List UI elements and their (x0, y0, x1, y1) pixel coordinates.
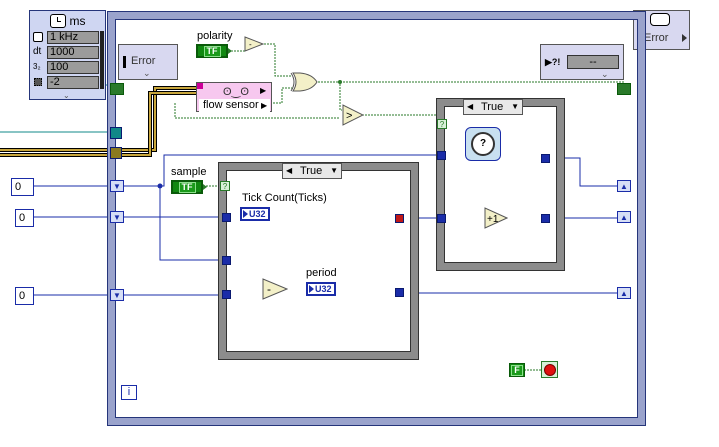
svg-text:-: - (267, 282, 271, 296)
chevron-down-icon[interactable]: ⌄ (601, 69, 609, 80)
stop-condition-terminal[interactable] (541, 361, 558, 378)
chevron-down-icon[interactable]: ⌄ (63, 91, 70, 100)
timer-row-value[interactable]: 100 (47, 61, 99, 74)
timer-row-value[interactable]: 1000 (47, 46, 99, 59)
polarity-terminal[interactable]: TF (196, 44, 228, 58)
tick-count-label: Tick Count(Ticks) (242, 192, 327, 204)
timer-unit: ms (69, 13, 86, 28)
polarity-arrow-icon (228, 48, 232, 54)
case-tunnel[interactable] (541, 214, 550, 223)
case-tunnel[interactable] (222, 213, 231, 222)
case-tunnel[interactable] (395, 288, 404, 297)
arrow-right-icon: ▶ (260, 86, 267, 95)
stop-icon (543, 363, 556, 376)
case-tunnel[interactable] (437, 151, 446, 160)
case-structure-outer[interactable] (436, 98, 565, 271)
svg-text:>: > (346, 110, 352, 122)
timer-row-value[interactable]: -2 (47, 76, 99, 89)
flow-sensor-node[interactable]: ʘ‿ʘ ▶ flow sensor ▶ (196, 82, 272, 112)
period-terminal[interactable]: U32 (306, 282, 336, 296)
shift-register-right[interactable]: ▲ (617, 180, 631, 192)
timer-scrollbar[interactable] (100, 31, 104, 89)
sample-label: sample (171, 166, 207, 178)
case-selector-inner[interactable]: ◀ True ▼ (282, 163, 342, 179)
greater-than-icon[interactable]: > (342, 104, 364, 126)
tick-count-terminal[interactable]: U32 (240, 207, 270, 221)
refnum-tunnel[interactable] (110, 127, 122, 139)
chevron-down-icon: ▼ (330, 166, 338, 175)
timer-cluster[interactable]: ms 1 kHz dt 1000 3₂ 100 -2 ⌄ (29, 10, 106, 100)
numeric-constant[interactable]: 0 (15, 209, 34, 227)
clock-icon (650, 13, 670, 26)
chevron-down-icon: ▼ (511, 102, 519, 111)
iteration-terminal: i (121, 385, 137, 400)
status-indicator[interactable]: ▶?! -- ⌄ (540, 44, 624, 80)
case-tunnel[interactable] (437, 214, 446, 223)
timer-row-3[interactable]: 3₂ 100 (33, 61, 99, 74)
svg-text:+1: +1 (487, 214, 499, 225)
timer-row-2[interactable]: dt 1000 (33, 46, 99, 59)
period-label: period (306, 267, 337, 279)
chevron-left-icon: ◀ (467, 102, 474, 111)
shift-register-left[interactable]: ▼ (110, 211, 124, 223)
arrow-right-icon (682, 34, 687, 42)
shift-register-right[interactable]: ▲ (617, 211, 631, 223)
shift-register-right[interactable]: ▲ (617, 287, 631, 299)
flow-sensor-label: flow sensor (199, 99, 270, 112)
case-tunnel[interactable] (395, 214, 404, 223)
clock-icon (49, 13, 66, 28)
timer-row-1[interactable]: 1 kHz (33, 31, 99, 44)
error-tunnel[interactable] (110, 147, 122, 159)
not-gate-icon[interactable]: - (244, 36, 266, 52)
chevron-left-icon: ◀ (286, 166, 293, 175)
error-out-label: Error (644, 32, 669, 44)
case-tunnel[interactable] (222, 290, 231, 299)
timer-cluster-header: ms (30, 11, 105, 30)
status-icon: ▶?! (545, 57, 561, 67)
dt-icon: dt (33, 46, 42, 57)
stop-constant[interactable]: F (509, 363, 525, 377)
shift-register-left[interactable] (110, 83, 124, 95)
svg-text:-: - (249, 40, 252, 49)
increment-icon[interactable]: +1 (484, 207, 508, 229)
case-selector-terminal[interactable]: ? (437, 119, 447, 129)
sample-terminal[interactable]: TF (171, 180, 203, 194)
shift-register-left[interactable]: ▼ (110, 180, 124, 192)
clock-icon (33, 32, 43, 42)
case-tunnel[interactable] (541, 154, 550, 163)
shift-register-right[interactable] (617, 83, 631, 95)
threshold-icon: 3₂ (33, 62, 41, 71)
subtract-icon[interactable]: - (262, 278, 288, 300)
case-selector-terminal[interactable]: ? (220, 181, 230, 191)
case-selector-outer[interactable]: ◀ True ▼ (463, 99, 523, 115)
flow-sensor-corner (197, 83, 203, 89)
shift-register-left[interactable]: ▼ (110, 289, 124, 301)
arrow-right-icon: ▶ (261, 101, 268, 110)
stopwatch-icon: ? (471, 132, 495, 156)
chip-icon (34, 78, 42, 86)
polarity-label: polarity (197, 30, 233, 42)
sample-arrow-icon (203, 184, 207, 190)
glasses-icon: ʘ‿ʘ (223, 86, 249, 98)
numeric-constant[interactable]: 0 (11, 178, 34, 196)
numeric-constant[interactable]: 0 (15, 287, 34, 305)
timer-row-value[interactable]: 1 kHz (47, 31, 99, 44)
status-value: -- (567, 55, 619, 69)
timer-row-4[interactable]: -2 (33, 76, 99, 89)
case-tunnel[interactable] (222, 256, 231, 265)
block-diagram: ms 1 kHz dt 1000 3₂ 100 -2 ⌄ Error ⌄ Err… (0, 0, 719, 447)
timer-vi-icon[interactable]: ? (465, 127, 501, 161)
xor-gate-icon[interactable] (290, 72, 318, 92)
